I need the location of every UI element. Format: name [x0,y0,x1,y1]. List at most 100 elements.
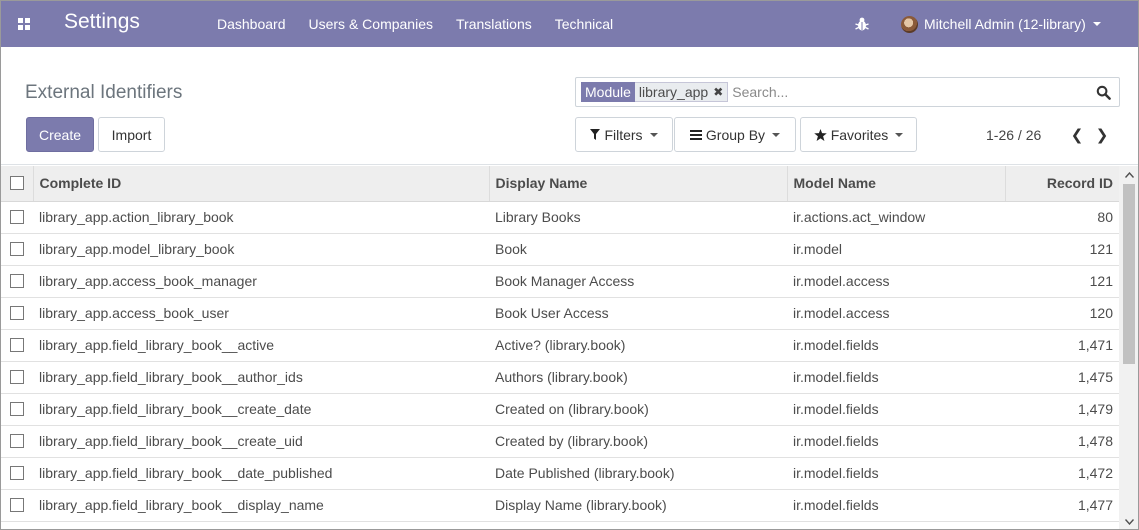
star-icon [813,128,827,141]
table-row[interactable]: library_app.access_book_user Book User A… [1,297,1119,330]
row-checkbox[interactable] [10,210,24,224]
table-row[interactable]: library_app.action_library_book Library … [1,201,1119,234]
table-row[interactable]: library_app.field_library_book__date_pub… [1,457,1119,490]
menu-dashboard[interactable]: Dashboard [217,16,286,32]
favorites-label: Favorites [830,126,889,143]
app-title[interactable]: Settings [64,10,140,34]
list-view: Complete ID Display Name Model Name Reco… [1,166,1119,529]
table-row[interactable]: library_app.field_library_book__author_i… [1,361,1119,394]
bars-icon [689,129,702,140]
row-select-cell [1,393,33,426]
chevron-down-icon [1092,22,1101,26]
page-title: External Identifiers [25,82,183,103]
cell-model-name: ir.actions.act_window [787,201,1005,234]
cell-display-name: Library Books [489,201,787,234]
cell-complete-id: library_app.field_library_book__create_u… [33,425,489,458]
chevron-down-icon [649,132,658,137]
cell-complete-id: library_app.field_library_book__display_… [33,489,489,522]
cell-display-name: Book User Access [489,297,787,330]
user-menu[interactable]: Mitchell Admin (12-library) [901,1,1101,47]
facet-remove-icon[interactable]: ✖ [713,85,723,99]
chevron-down-icon [895,132,904,137]
chevron-left-icon[interactable]: ❮ [1069,126,1085,144]
favorites-dropdown[interactable]: Favorites [800,117,917,152]
cell-record-id: 120 [1005,297,1119,330]
cell-record-id: 1,478 [1005,425,1119,458]
table-row[interactable]: library_app.field_library_book__create_u… [1,425,1119,458]
cell-model-name: ir.model.access [787,297,1005,330]
select-all-checkbox[interactable] [10,176,24,191]
row-checkbox[interactable] [10,274,24,288]
cell-record-id: 1,472 [1005,457,1119,490]
cell-display-name: Date Published (library.book) [489,457,787,490]
table-row[interactable]: library_app.field_library_book__display_… [1,489,1119,522]
debug-bug-icon[interactable] [854,16,870,32]
cell-model-name: ir.model.fields [787,489,1005,522]
cell-model-name: ir.model.fields [787,393,1005,426]
table-row[interactable]: library_app.field_library_book__active A… [1,329,1119,362]
table-row[interactable]: library_app.field_library_book__create_d… [1,393,1119,426]
search-bar: Module library_app ✖ [575,77,1120,107]
scroll-down-arrow-icon[interactable] [1119,513,1138,529]
search-facet: Module library_app ✖ [581,82,729,102]
row-checkbox[interactable] [10,434,24,448]
row-checkbox[interactable] [10,306,24,320]
filter-icon [590,129,601,140]
cell-record-id: 1,475 [1005,361,1119,394]
cell-display-name: Book Manager Access [489,265,787,298]
cell-complete-id: library_app.field_library_book__active [33,329,489,362]
menu-technical[interactable]: Technical [555,16,613,32]
cell-model-name: ir.model.access [787,265,1005,298]
column-header-display-name[interactable]: Display Name [488,166,787,202]
app-window: Settings Dashboard Users & Companies Tra… [0,0,1139,530]
cell-display-name: Authors (library.book) [489,361,787,394]
control-panel: External Identifiers Create Import Modul… [1,47,1138,165]
column-header-model-name[interactable]: Model Name [786,166,1005,202]
scrollbar-thumb[interactable] [1123,184,1135,364]
row-checkbox[interactable] [10,466,24,480]
row-checkbox[interactable] [10,370,24,384]
row-checkbox[interactable] [10,498,24,512]
search-icon[interactable] [1096,85,1111,100]
cell-display-name: Display Name (library.book) [489,489,787,522]
scroll-up-arrow-icon[interactable] [1119,166,1138,183]
groupby-dropdown[interactable]: Group By [674,117,796,152]
row-checkbox[interactable] [10,242,24,256]
filters-dropdown[interactable]: Filters [575,117,673,152]
import-button[interactable]: Import [98,117,165,152]
search-input[interactable] [732,81,1113,103]
pager-value[interactable]: 1-26 / 26 [986,127,1041,143]
row-checkbox[interactable] [10,402,24,416]
cell-record-id: 121 [1005,265,1119,298]
menu-users-companies[interactable]: Users & Companies [309,16,434,32]
cell-record-id: 1,479 [1005,393,1119,426]
row-select-cell [1,201,33,234]
column-header-complete-id[interactable]: Complete ID [32,166,489,202]
cell-model-name: ir.model [787,233,1005,266]
cell-complete-id: library_app.field_library_book__create_d… [33,393,489,426]
cell-model-name: ir.model.fields [787,425,1005,458]
create-button[interactable]: Create [26,117,94,152]
cell-complete-id: library_app.field_library_book__date_pub… [33,457,489,490]
row-checkbox[interactable] [10,338,24,352]
filters-label: Filters [604,126,643,143]
vertical-scrollbar[interactable] [1119,166,1138,529]
apps-menu-icon[interactable] [18,18,30,30]
cell-record-id: 1,471 [1005,329,1119,362]
menu-translations[interactable]: Translations [456,16,532,32]
cell-complete-id: library_app.action_library_book [33,201,489,234]
column-header-record-id[interactable]: Record ID [1004,166,1119,202]
cell-record-id: 80 [1005,201,1119,234]
avatar [901,15,918,33]
cell-complete-id: library_app.access_book_user [33,297,489,330]
row-select-cell [1,457,33,490]
user-name: Mitchell Admin (12-library) [924,16,1086,32]
row-select-cell [1,265,33,298]
table-row[interactable]: library_app.model_library_book Book ir.m… [1,233,1119,266]
row-select-cell [1,297,33,330]
cell-model-name: ir.model.fields [787,329,1005,362]
chevron-right-icon[interactable]: ❯ [1094,126,1110,144]
main-menu: Dashboard Users & Companies Translations… [217,1,636,47]
cell-model-name: ir.model.fields [787,361,1005,394]
table-row[interactable]: library_app.access_book_manager Book Man… [1,265,1119,298]
